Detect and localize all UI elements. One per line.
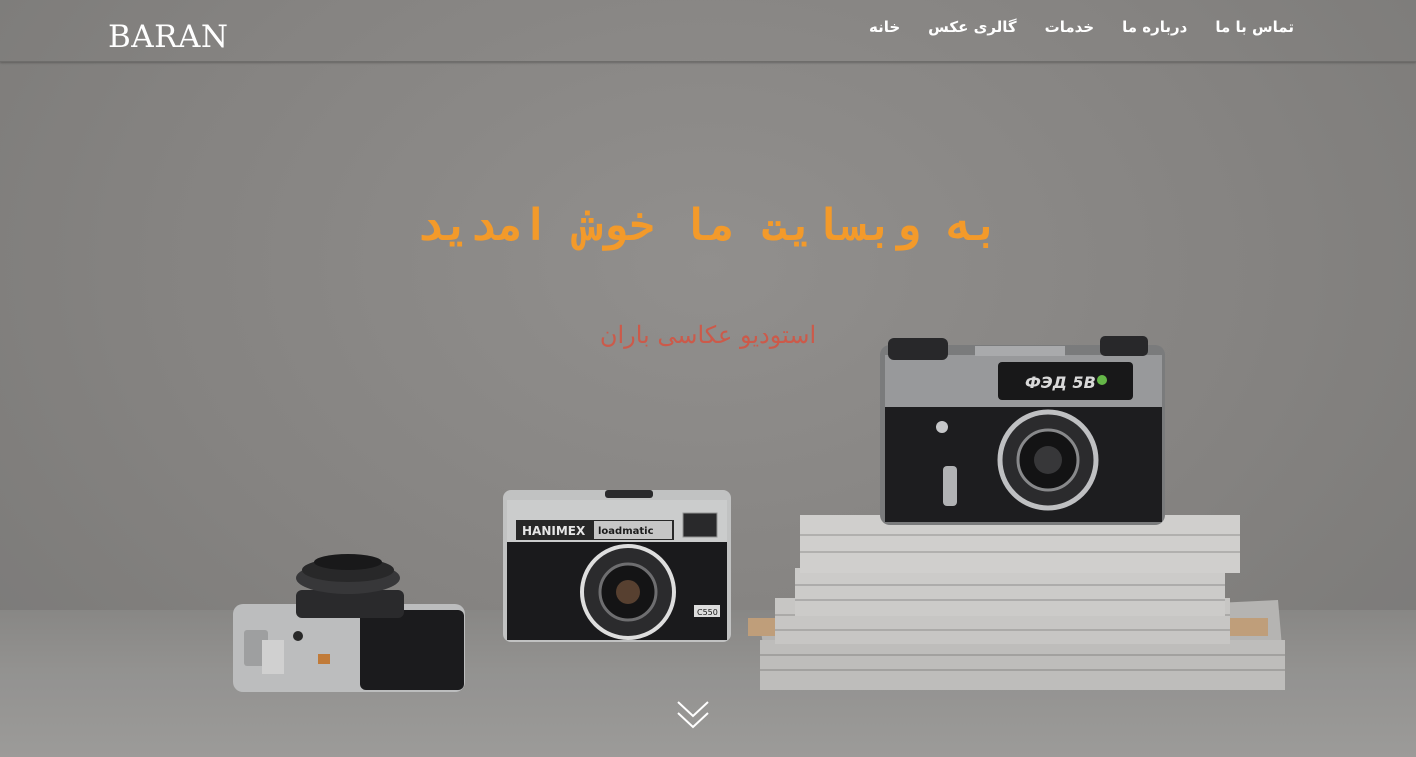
hero-subtitle: استودیو عکاسی باران <box>599 321 817 349</box>
nav-item-contact[interactable]: تماس با ما <box>1215 17 1294 37</box>
nav-item-gallery[interactable]: گالری عکس <box>928 17 1016 37</box>
site-logo[interactable]: BARAN <box>108 17 229 57</box>
nav-item-about[interactable]: درباره ما <box>1122 17 1187 37</box>
nav-item-home[interactable]: خانه <box>869 17 900 37</box>
main-nav: خانه گالری عکس خدمات درباره ما تماس با م… <box>869 17 1294 37</box>
hero-overlay <box>0 0 1416 757</box>
nav-item-services[interactable]: خدمات <box>1045 17 1094 37</box>
double-chevron-down-icon[interactable] <box>674 696 712 734</box>
hero-headline: به وبسایت ما خوش امدید <box>416 200 1000 251</box>
hero-background: ФЭД 5В HANIMEX loadmatic C550 <box>0 0 1416 757</box>
site-header: BARAN خانه گالری عکس خدمات درباره ما تما… <box>0 0 1416 62</box>
